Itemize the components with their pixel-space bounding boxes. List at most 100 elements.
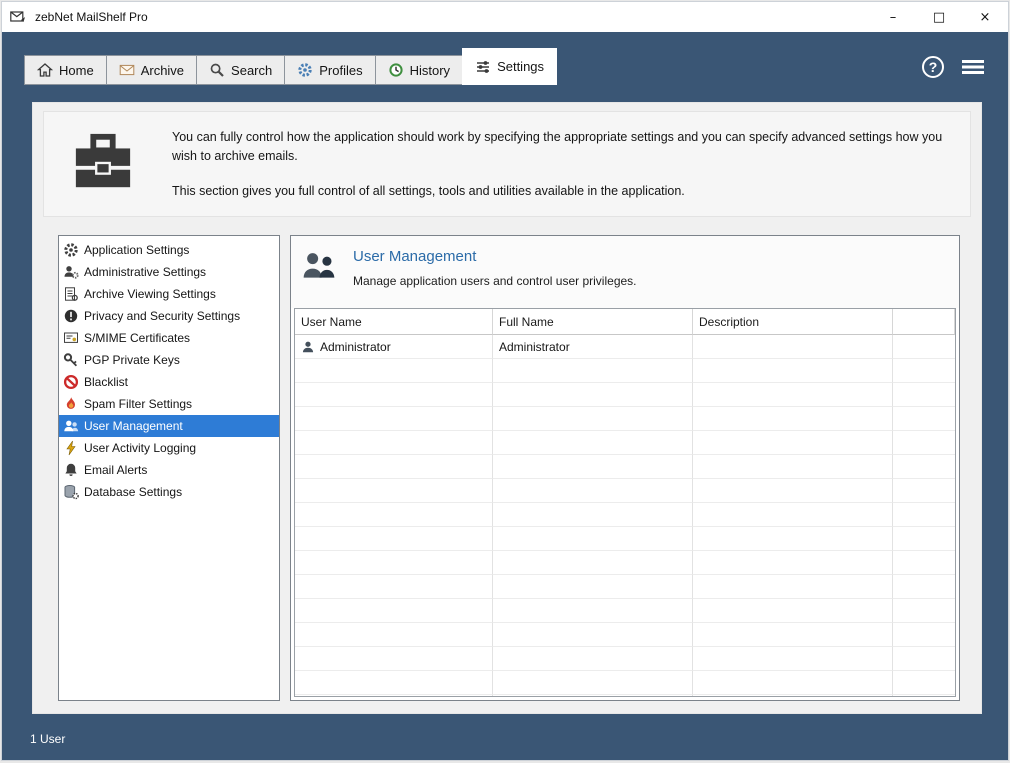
empty-cell [493,503,693,527]
search-icon [209,62,225,78]
maximize-button[interactable]: □ [916,2,962,32]
empty-cell [493,551,693,575]
settings-nav-item-archive-viewing-settings[interactable]: Archive Viewing Settings [59,283,279,305]
empty-cell [493,479,693,503]
empty-cell [295,599,493,623]
empty-cell [693,455,893,479]
panel-header: User Management Manage application users… [291,236,959,308]
settings-nav-item-spam-filter-settings[interactable]: Spam Filter Settings [59,393,279,415]
empty-cell [693,623,893,647]
help-button[interactable]: ? [922,56,944,78]
table-empty-row [295,359,955,383]
certificate-icon [63,330,79,346]
empty-cell [493,455,693,479]
settings-nav-item-user-activity-logging[interactable]: User Activity Logging [59,437,279,459]
empty-cell [693,671,893,695]
empty-cell [295,647,493,671]
tab-label: Profiles [319,63,362,78]
settings-nav: Application Settings Administrative Setti… [58,235,280,701]
panel-subtitle: Manage application users and control use… [353,274,637,288]
close-button[interactable]: × [962,2,1008,32]
empty-cell [893,671,955,695]
cell-user-name: Administrator [295,335,493,359]
tab-search[interactable]: Search [196,55,285,85]
table-empty-row [295,479,955,503]
intro-section: You can fully control how the applicatio… [43,111,971,217]
settings-nav-label: Archive Viewing Settings [84,287,216,301]
database-icon [63,484,79,500]
window-controls: – □ × [870,2,1008,32]
settings-nav-label: Email Alerts [84,463,147,477]
empty-cell [693,503,893,527]
empty-cell [493,431,693,455]
tab-settings[interactable]: Settings [462,48,557,85]
empty-cell [893,527,955,551]
empty-cell [893,575,955,599]
tab-label: Home [59,63,94,78]
table-empty-row [295,599,955,623]
tab-home[interactable]: Home [24,55,107,85]
menu-button[interactable] [962,59,984,75]
column-header-filler [893,309,955,335]
empty-cell [493,527,693,551]
table-empty-row [295,551,955,575]
status-text: 1 User [30,732,65,746]
settings-nav-item-email-alerts[interactable]: Email Alerts [59,459,279,481]
empty-cell [295,383,493,407]
window-title: zebNet MailShelf Pro [35,10,148,24]
empty-cell [295,431,493,455]
empty-cell [693,551,893,575]
user-icon [301,340,315,354]
empty-cell [295,695,493,696]
user-table: User NameFull NameDescription Administra… [294,308,956,697]
settings-nav-label: Spam Filter Settings [84,397,192,411]
empty-cell [893,407,955,431]
key-icon [63,352,79,368]
intro-paragraph-2: This section gives you full control of a… [172,182,952,201]
empty-cell [893,623,955,647]
settings-nav-item-administrative-settings[interactable]: Administrative Settings [59,261,279,283]
table-body: AdministratorAdministrator [295,335,955,696]
empty-cell [295,551,493,575]
tab-history[interactable]: History [375,55,463,85]
empty-cell [493,695,693,696]
settings-nav-item-application-settings[interactable]: Application Settings [59,239,279,261]
settings-nav-item-pgp-private-keys[interactable]: PGP Private Keys [59,349,279,371]
table-empty-row [295,575,955,599]
settings-nav-label: S/MIME Certificates [84,331,190,345]
empty-cell [693,599,893,623]
intro-text: You can fully control how the applicatio… [172,128,952,201]
user-name-text: Administrator [320,340,391,354]
settings-nav-label: Administrative Settings [84,265,206,279]
empty-cell [493,575,693,599]
settings-nav-item-database-settings[interactable]: Database Settings [59,481,279,503]
empty-cell [493,623,693,647]
app-window: zebNet MailShelf Pro – □ × Home Archive Se… [1,1,1009,761]
table-empty-row [295,407,955,431]
settings-nav-item-user-management[interactable]: User Management [59,415,279,437]
settings-nav-item-s-mime-certificates[interactable]: S/MIME Certificates [59,327,279,349]
tab-archive[interactable]: Archive [106,55,197,85]
empty-cell [893,383,955,407]
cell-description [693,335,893,359]
table-row[interactable]: AdministratorAdministrator [295,335,955,359]
table-empty-row [295,527,955,551]
minimize-button[interactable]: – [870,2,916,32]
settings-nav-item-privacy-and-security-settings[interactable]: Privacy and Security Settings [59,305,279,327]
tab-label: Archive [141,63,184,78]
empty-cell [893,431,955,455]
empty-cell [893,359,955,383]
tab-profiles[interactable]: Profiles [284,55,375,85]
empty-cell [693,359,893,383]
empty-cell [893,551,955,575]
tab-label: Search [231,63,272,78]
panel-header-text: User Management Manage application users… [353,248,637,288]
settings-nav-item-blacklist[interactable]: Blacklist [59,371,279,393]
column-header-full-name[interactable]: Full Name [493,309,693,335]
column-header-description[interactable]: Description [693,309,893,335]
empty-cell [493,407,693,431]
column-header-user-name[interactable]: User Name [295,309,493,335]
user-management-icon [301,250,337,287]
empty-cell [893,455,955,479]
settings-page: You can fully control how the applicatio… [32,102,982,714]
